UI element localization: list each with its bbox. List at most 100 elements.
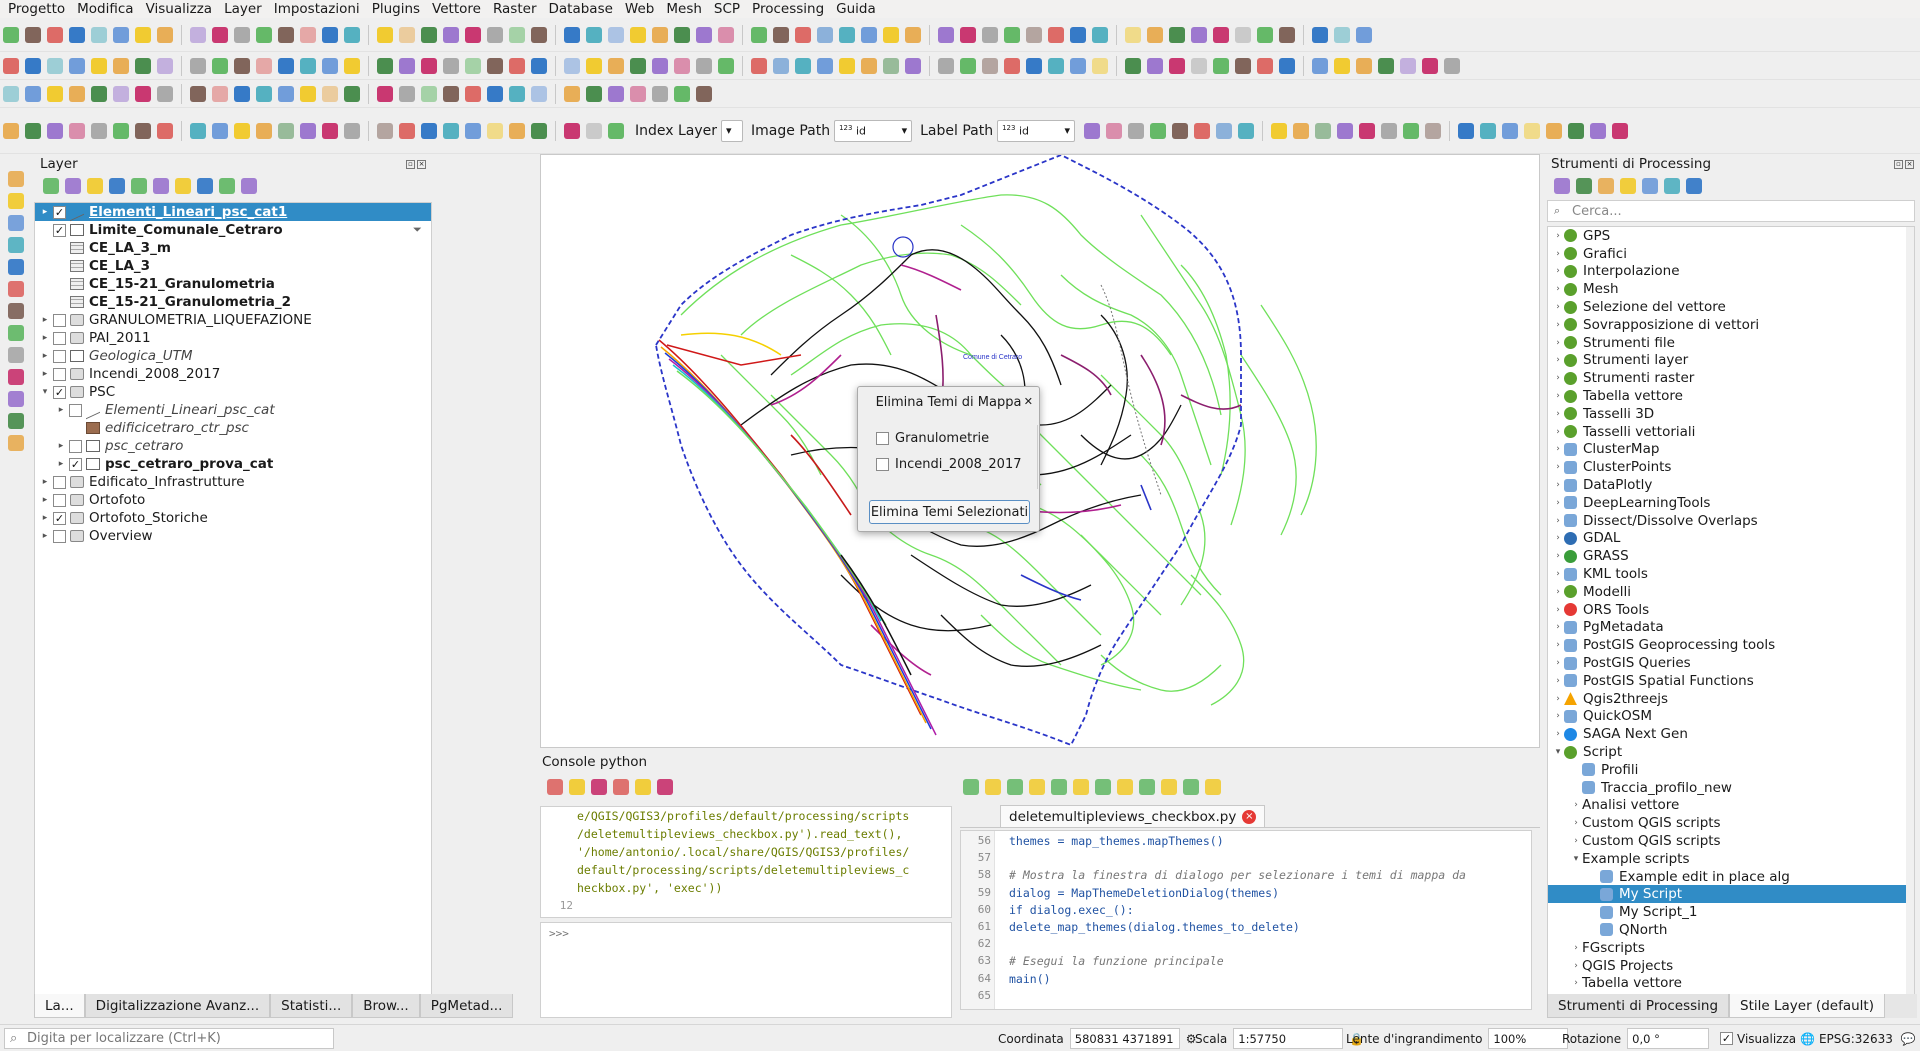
label-path-combo[interactable]: 123 id ▾ (997, 119, 1076, 142)
processing-item[interactable]: › FGscripts (1548, 939, 1914, 957)
toolbar-tool-icon[interactable] (135, 57, 151, 74)
processing-item[interactable]: › KML tools (1548, 565, 1914, 583)
toolbar-tool-icon[interactable] (399, 57, 415, 74)
layer-visibility-checkbox[interactable]: ✓ (69, 457, 82, 471)
layer-item[interactable]: ▸ PAI_2011 (35, 329, 431, 347)
expand-arrow-icon[interactable]: ▸ (55, 459, 67, 469)
collapse-arrow-icon[interactable]: ▾ (1570, 854, 1582, 864)
layer-item[interactable]: ▸ Incendi_2008_2017 (35, 365, 431, 383)
processing-item[interactable]: › GPS (1548, 227, 1914, 245)
messages-icon[interactable]: 💬 (1901, 1032, 1916, 1046)
toolbar-tool-icon[interactable] (1257, 57, 1273, 74)
toolbar-tool-icon[interactable] (1213, 26, 1229, 43)
toolbar-tool-icon[interactable] (564, 26, 580, 43)
toolbar-tool-icon[interactable] (982, 26, 998, 43)
menu-visualizza[interactable]: Visualizza (146, 1, 213, 17)
toolbar-tool-icon[interactable] (234, 122, 250, 139)
toolbar-tool-icon[interactable] (773, 26, 789, 43)
toolbar-tool-icon[interactable] (1191, 26, 1207, 43)
digitize-tool-icon[interactable] (8, 193, 24, 209)
digitize-tool-icon[interactable] (8, 303, 24, 319)
expand-arrow-icon[interactable]: › (1570, 961, 1582, 971)
close-icon[interactable]: × (1905, 159, 1914, 169)
toolbar-tool-icon[interactable] (1235, 26, 1251, 43)
processing-item[interactable]: › Dissect/Dissolve Overlaps (1548, 512, 1914, 530)
layer-item[interactable]: ▸ Elementi_Lineari_psc_cat (35, 400, 431, 420)
toolbar-tool-icon[interactable] (674, 57, 690, 74)
menu-processing[interactable]: Processing (752, 1, 824, 17)
toolbar-tool-icon[interactable] (586, 57, 602, 74)
toolbar-tool-icon[interactable] (135, 26, 151, 43)
layer-item[interactable]: ▸ Overview (35, 527, 431, 545)
toolbar-tool-icon[interactable] (322, 122, 338, 139)
processing-item[interactable]: › DeepLearningTools (1548, 494, 1914, 512)
layer-visibility-checkbox[interactable]: ✓ (53, 511, 66, 525)
layer-visibility-checkbox[interactable] (69, 403, 82, 417)
toolbar-tool-icon[interactable] (630, 85, 646, 102)
layer-tree[interactable]: ▸ ✓ Elementi_Lineari_psc_cat1 ✓ Limite_Comun… (34, 202, 432, 1002)
toolbar-tool-icon[interactable] (190, 26, 206, 43)
expand-arrow-icon[interactable]: ▸ (55, 405, 67, 415)
toolbar-tool-icon[interactable] (652, 57, 668, 74)
expand-arrow-icon[interactable]: › (1552, 551, 1564, 561)
toolbar-tool-icon[interactable] (212, 26, 228, 43)
toolbar-tool-icon[interactable] (443, 26, 459, 43)
left-dock-tab[interactable]: Statisti... (270, 994, 353, 1018)
toolbar-tool-icon[interactable] (1356, 26, 1372, 43)
toolbar-tool-icon[interactable] (1026, 26, 1042, 43)
expand-arrow-icon[interactable]: ▸ (39, 315, 51, 325)
processing-search-input[interactable]: ⌕ Cerca... (1547, 200, 1915, 222)
digitize-tool-icon[interactable] (8, 259, 24, 275)
toolbar-tool-icon[interactable] (399, 122, 415, 139)
toolbar-tool-icon[interactable] (795, 57, 811, 74)
toolbar-tool-icon[interactable] (91, 122, 107, 139)
layer-visibility-checkbox[interactable]: ✓ (53, 205, 66, 219)
left-dock-tab[interactable]: Brow... (352, 994, 420, 1018)
scrollbar[interactable] (1906, 227, 1914, 995)
toolbar-tool-icon[interactable] (25, 26, 41, 43)
left-dock-tab[interactable]: Digitalizzazione Avanz... (84, 994, 271, 1018)
toolbar-tool-icon[interactable] (377, 85, 393, 102)
menu-web[interactable]: Web (625, 1, 654, 17)
toolbar-tool-icon[interactable] (1092, 57, 1108, 74)
expand-arrow-icon[interactable]: › (1552, 640, 1564, 650)
right-dock-tab[interactable]: Stile Layer (default) (1729, 994, 1885, 1018)
index-layer-combo[interactable]: ▾ (721, 119, 744, 142)
layer-tool-icon[interactable] (175, 178, 191, 194)
toolbar-tool-icon[interactable] (696, 85, 712, 102)
toolbar-tool-icon[interactable] (113, 85, 129, 102)
expand-arrow-icon[interactable]: › (1570, 800, 1582, 810)
toolbar-tool-icon[interactable] (1403, 122, 1420, 139)
expand-arrow-icon[interactable]: ▸ (39, 513, 51, 523)
toolbar-tool-icon[interactable] (630, 26, 646, 43)
processing-item[interactable]: Example edit in place alg (1548, 868, 1914, 886)
processing-item[interactable]: › Selezione del vettore (1548, 298, 1914, 316)
toolbar-tool-icon[interactable] (465, 122, 481, 139)
layer-item[interactable]: ▸ Ortofoto (35, 491, 431, 509)
expand-arrow-icon[interactable]: ▸ (39, 207, 51, 217)
toolbar-tool-icon[interactable] (91, 26, 107, 43)
toolbar-tool-icon[interactable] (1312, 57, 1328, 74)
layer-item[interactable]: CE_15-21_Granulometria_2 (35, 293, 431, 311)
code-editor[interactable]: 56 themes = map_themes.mapThemes() 57 58 #… (960, 830, 1532, 1010)
expand-arrow-icon[interactable]: › (1552, 284, 1564, 294)
close-tab-icon[interactable]: × (1242, 809, 1257, 824)
toolbar-tool-icon[interactable] (718, 26, 734, 43)
delete-selected-themes-button[interactable]: Elimina Temi Selezionati (869, 500, 1030, 524)
toolbar-tool-icon[interactable] (1048, 26, 1064, 43)
processing-tool-icon[interactable] (1686, 178, 1702, 194)
toolbar-tool-icon[interactable] (3, 122, 19, 139)
toolbar-tool-icon[interactable] (256, 57, 272, 74)
toolbar-tool-icon[interactable] (1422, 57, 1438, 74)
editor-tool-icon[interactable] (1205, 779, 1221, 795)
expand-arrow-icon[interactable]: › (1552, 622, 1564, 632)
toolbar-tool-icon[interactable] (773, 57, 789, 74)
toolbar-tool-icon[interactable] (531, 26, 547, 43)
toolbar-tool-icon[interactable] (190, 122, 206, 139)
toolbar-tool-icon[interactable] (157, 122, 173, 139)
toolbar-tool-icon[interactable] (1092, 26, 1108, 43)
console-input[interactable]: >>> (540, 922, 952, 1018)
toolbar-tool-icon[interactable] (531, 85, 547, 102)
toolbar-tool-icon[interactable] (47, 122, 63, 139)
menu-vettore[interactable]: Vettore (432, 1, 481, 17)
